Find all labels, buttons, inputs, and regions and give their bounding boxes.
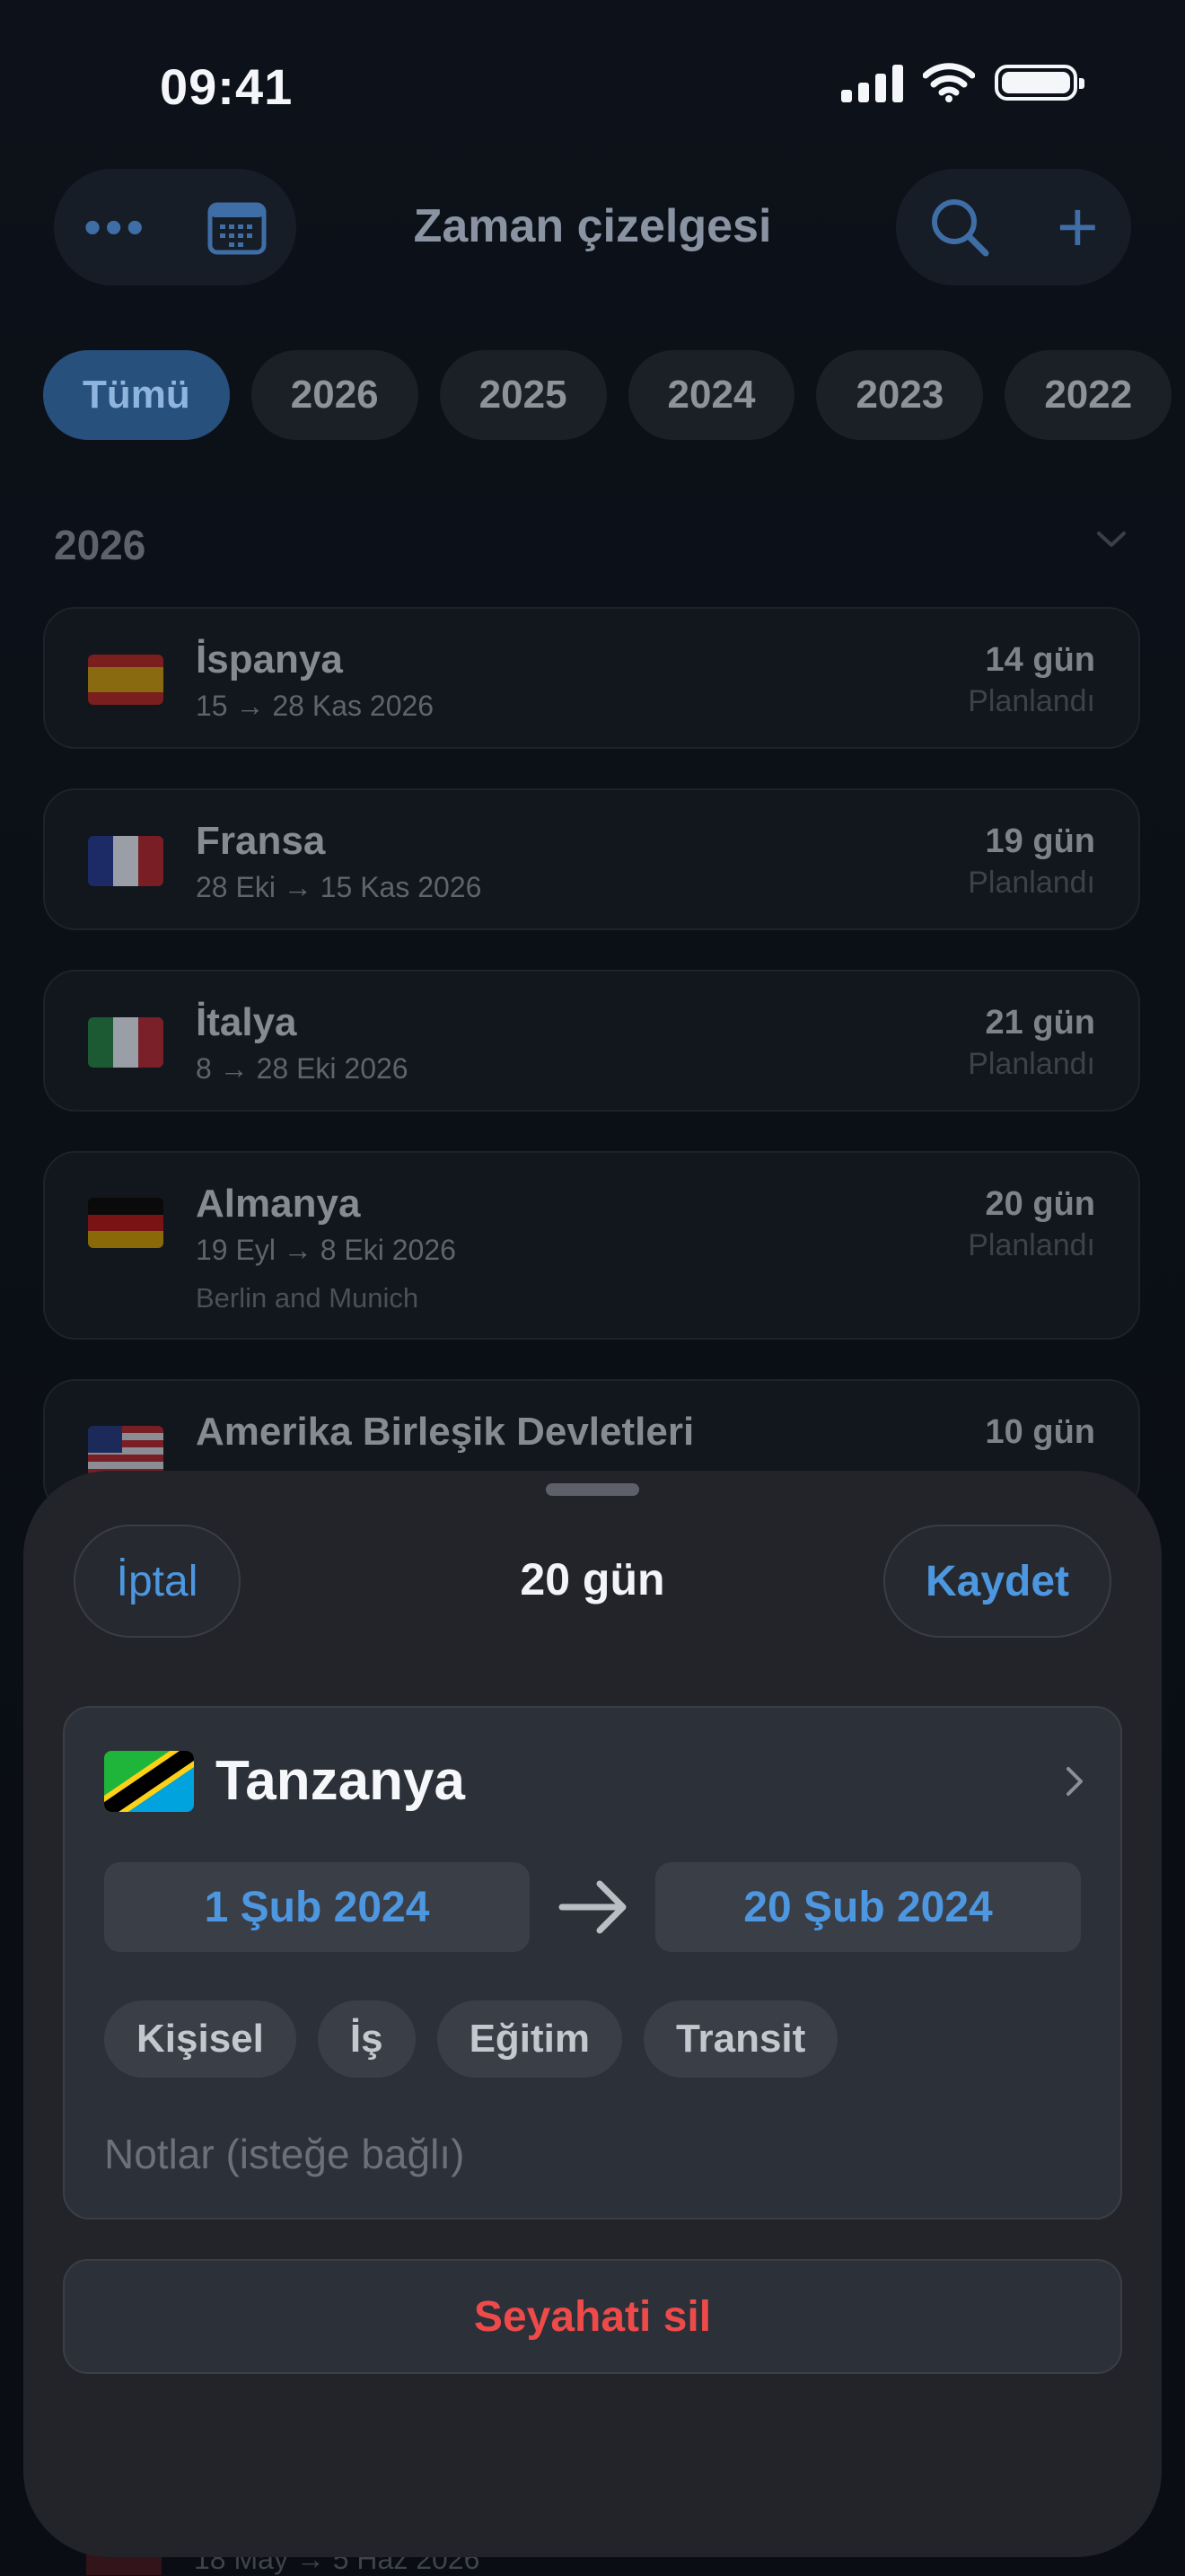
year-filter-chips: Tümü 2026 2025 2024 2023 2022 xyxy=(43,350,1172,440)
section-year-header: 2026 xyxy=(54,522,146,568)
trip-dates: 19 Eyl → 8 Eki 2026 xyxy=(196,1234,456,1266)
usa-flag-icon xyxy=(88,1426,163,1476)
trip-card[interactable]: İspanya 15 → 28 Kas 2026 14 gün Planland… xyxy=(43,607,1140,749)
trip-card[interactable]: İtalya 8 → 28 Eki 2026 21 gün Planlandı xyxy=(43,970,1140,1112)
filter-chip-2023[interactable]: 2023 xyxy=(816,350,984,440)
trip-dates: 28 Eki → 15 Kas 2026 xyxy=(196,871,482,903)
trip-country-name: İspanya xyxy=(196,637,343,681)
chevron-down-icon[interactable] xyxy=(1093,521,1129,557)
trip-tags: Kişisel İş Eğitim Transit xyxy=(104,2000,838,2078)
trip-status: Planlandı xyxy=(968,1228,1095,1262)
status-bar: 09:41 xyxy=(0,0,1185,171)
italy-flag-icon xyxy=(88,1017,163,1068)
filter-chip-2022[interactable]: 2022 xyxy=(1005,350,1172,440)
end-date-field[interactable]: 20 Şub 2024 xyxy=(655,1862,1081,1952)
trip-dates: 8 → 28 Eki 2026 xyxy=(196,1052,408,1085)
trip-country-name: Fransa xyxy=(196,819,326,863)
germany-flag-icon xyxy=(88,1198,163,1248)
status-icons xyxy=(841,63,1084,102)
battery-icon xyxy=(995,65,1084,101)
arrow-right-icon xyxy=(558,1880,627,1934)
tag-education[interactable]: Eğitim xyxy=(436,2000,623,2078)
filter-chip-2026[interactable]: 2026 xyxy=(250,350,418,440)
trip-status: Planlandı xyxy=(968,684,1095,718)
search-icon[interactable] xyxy=(928,196,991,259)
nav-right-group: + xyxy=(896,169,1131,286)
delete-trip-button[interactable]: Seyahati sil xyxy=(63,2259,1122,2374)
status-time: 09:41 xyxy=(160,58,294,115)
trip-country-name: Amerika Birleşik Devletleri xyxy=(196,1410,695,1454)
wifi-icon xyxy=(923,63,975,102)
spain-flag-icon xyxy=(88,655,163,705)
edit-trip-sheet: İptal 20 gün Kaydet Tanzanya 1 Şub 2024 … xyxy=(23,1471,1162,2557)
filter-chip-2024[interactable]: 2024 xyxy=(628,350,795,440)
tag-personal[interactable]: Kişisel xyxy=(104,2000,296,2078)
tag-business[interactable]: İş xyxy=(317,2000,416,2078)
trip-days: 21 gün xyxy=(985,1004,1095,1042)
trip-days: 10 gün xyxy=(985,1413,1095,1451)
trip-form-card: Tanzanya 1 Şub 2024 20 Şub 2024 Kişisel … xyxy=(63,1706,1122,2220)
trip-days: 19 gün xyxy=(985,822,1095,860)
filter-chip-2025[interactable]: 2025 xyxy=(439,350,607,440)
trip-card[interactable]: Almanya 19 Eyl → 8 Eki 2026 Berlin and M… xyxy=(43,1151,1140,1340)
tanzania-flag-icon xyxy=(104,1751,194,1812)
notes-input[interactable]: Notlar (isteğe bağlı) xyxy=(104,2130,464,2178)
chevron-right-icon[interactable] xyxy=(1063,1763,1088,1799)
add-trip-icon[interactable]: + xyxy=(1057,191,1099,263)
trip-status: Planlandı xyxy=(968,1047,1095,1081)
sheet-grabber[interactable] xyxy=(546,1483,639,1496)
country-selector[interactable]: Tanzanya xyxy=(215,1749,465,1813)
filter-chip-all[interactable]: Tümü xyxy=(43,350,230,440)
trip-dates: 15 → 28 Kas 2026 xyxy=(196,690,434,722)
trip-card[interactable]: Fransa 28 Eki → 15 Kas 2026 19 gün Planl… xyxy=(43,788,1140,930)
trip-days: 14 gün xyxy=(985,641,1095,679)
start-date-field[interactable]: 1 Şub 2024 xyxy=(104,1862,530,1952)
tag-transit[interactable]: Transit xyxy=(644,2000,838,2078)
france-flag-icon xyxy=(88,836,163,886)
trip-note: Berlin and Munich xyxy=(196,1282,419,1314)
save-button[interactable]: Kaydet xyxy=(883,1525,1111,1638)
cellular-signal-icon xyxy=(841,63,903,102)
trip-status: Planlandı xyxy=(968,866,1095,900)
trip-country-name: İtalya xyxy=(196,1000,297,1044)
trip-country-name: Almanya xyxy=(196,1182,361,1226)
trip-days: 20 gün xyxy=(985,1185,1095,1223)
